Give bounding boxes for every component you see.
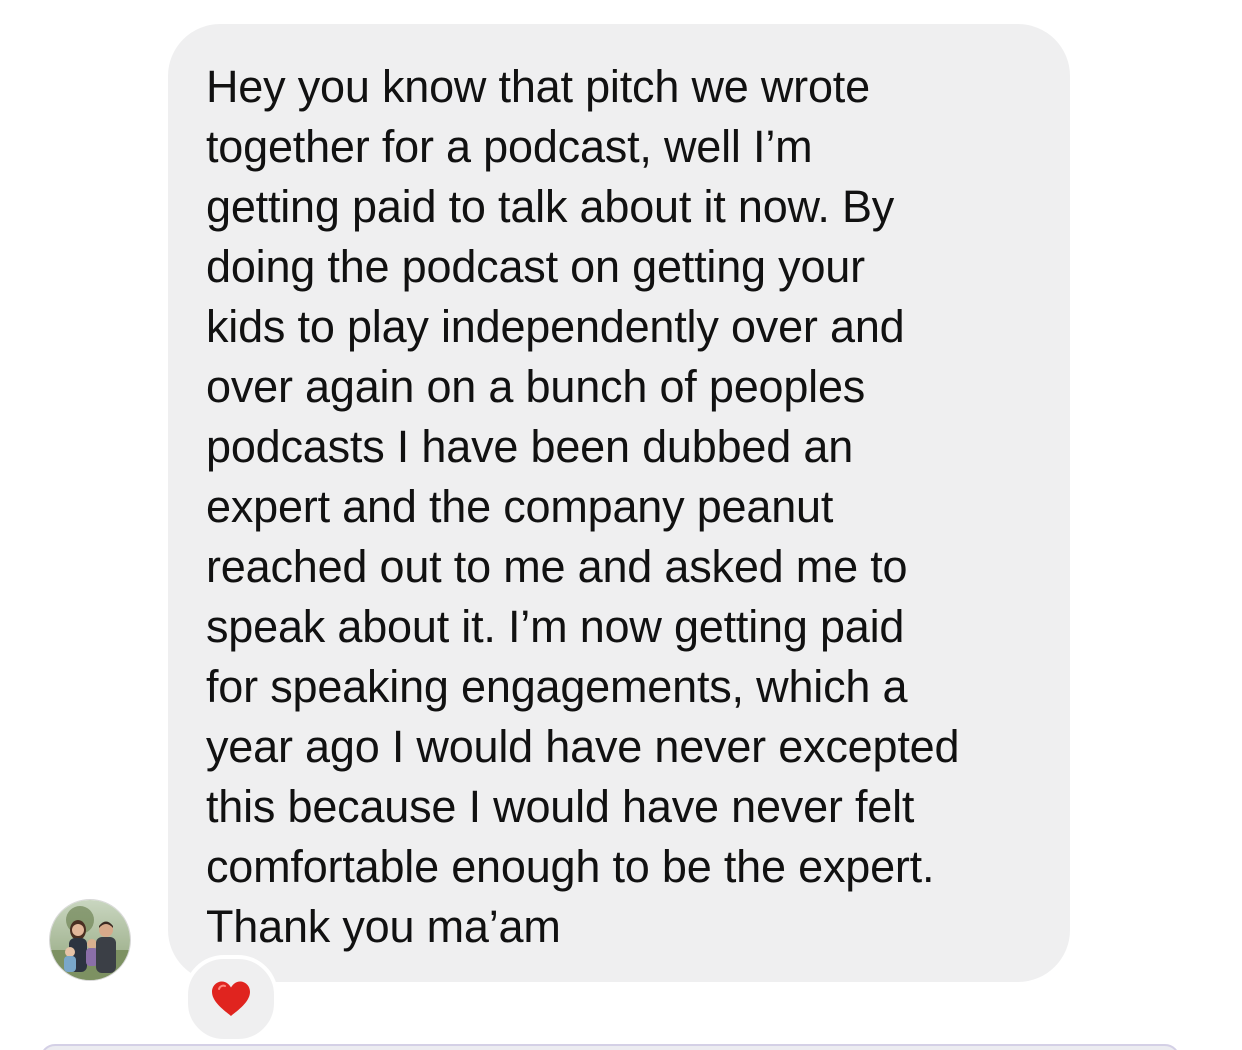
message-line: this because I would have never felt: [206, 781, 915, 832]
message-line: doing the podcast on getting your: [206, 241, 865, 292]
message-line: podcasts I have been dubbed an: [206, 421, 854, 472]
message-line: over again on a bunch of peoples: [206, 361, 866, 412]
message-line: Hey you know that pitch we wrote: [206, 61, 870, 112]
message-line: year ago I would have never excepted: [206, 721, 960, 772]
message-line: getting paid to talk about it now. By: [206, 181, 895, 232]
message-line: expert and the company peanut: [206, 481, 834, 532]
message-line: Thank you ma’am: [206, 901, 561, 952]
message-line: together for a podcast, well I’m: [206, 121, 813, 172]
message-thread: Hey you know that pitch we wrote togethe…: [0, 0, 1242, 1050]
message-bubble[interactable]: Hey you know that pitch we wrote togethe…: [168, 24, 1070, 982]
message-line: for speaking engagements, which a: [206, 661, 908, 712]
family-photo-avatar-icon: [50, 900, 130, 980]
message-line: reached out to me and asked me to: [206, 541, 908, 592]
heart-reaction[interactable]: [184, 955, 278, 1043]
red-heart-icon: [212, 981, 250, 1016]
message-line: speak about it. I’m now getting paid: [206, 601, 905, 652]
message-line: kids to play independently over and: [206, 301, 905, 352]
message-input-edge[interactable]: [40, 1044, 1180, 1050]
message-line: comfortable enough to be the expert.: [206, 841, 935, 892]
message-text: Hey you know that pitch we wrote togethe…: [206, 57, 1050, 957]
sender-avatar[interactable]: [49, 899, 131, 981]
